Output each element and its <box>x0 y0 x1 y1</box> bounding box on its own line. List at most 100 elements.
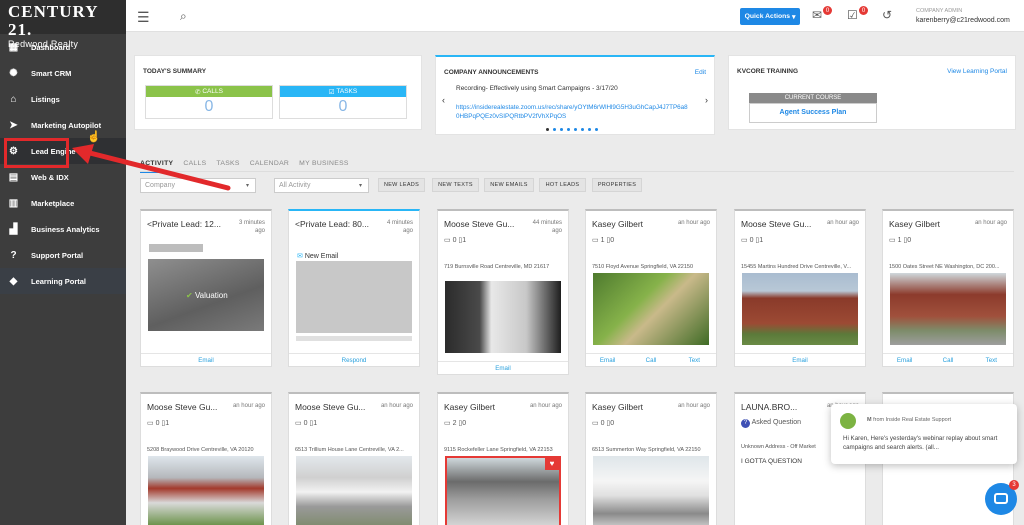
favorite-heart-icon[interactable]: ♥ <box>545 458 559 470</box>
company-select[interactable]: Company ▾ <box>140 178 256 193</box>
hot-leads-filter-button[interactable]: HOT LEADS <box>539 178 586 192</box>
card-actions: Email Call Text <box>883 353 1013 366</box>
chat-sender-initial: M <box>867 417 872 423</box>
hamburger-menu-icon[interactable]: ☰ <box>137 9 150 26</box>
calls-header: ✆ CALLS <box>146 86 272 97</box>
new-emails-filter-button[interactable]: NEW EMAILS <box>484 178 534 192</box>
activity-time: 4 minutes ago <box>386 220 413 234</box>
course-name-link[interactable]: Agent Success Plan <box>749 103 877 123</box>
chevron-down-icon: ▾ <box>245 183 249 189</box>
contact-icons: ▭ 0 ▯0 <box>592 420 615 427</box>
respond-action[interactable]: Respond <box>289 354 419 366</box>
new-texts-filter-button[interactable]: NEW TEXTS <box>432 178 479 192</box>
calls-summary[interactable]: ✆ CALLS 0 <box>145 85 273 119</box>
email-action[interactable]: Email <box>586 354 629 366</box>
lead-name: Moose Steve Gu... <box>741 219 812 229</box>
quick-actions-button[interactable]: Quick Actions ▾ <box>740 8 800 25</box>
sidebar-item-business-analytics[interactable]: ▟ Business Analytics <box>0 216 126 242</box>
activity-card[interactable]: Kasey Gilbert an hour ago ▭ 1 ▯0 1500 Oa… <box>882 209 1014 367</box>
card-actions: Email <box>735 353 865 366</box>
card-actions: Email <box>438 361 568 374</box>
company-announcements-panel: COMPANY ANNOUNCEMENTS Edit ‹ › Recording… <box>435 55 715 135</box>
horizontal-scrollbar[interactable] <box>296 336 412 341</box>
lead-name: Moose Steve Gu... <box>147 402 218 412</box>
contact-icons: ▭ 0 ▯1 <box>741 237 764 244</box>
property-photo: ✔ Valuation <box>148 259 264 331</box>
email-action[interactable]: Email <box>735 354 865 366</box>
property-photo: ♥ <box>445 456 561 525</box>
announcements-edit-link[interactable]: Edit <box>695 69 706 76</box>
account-menu[interactable]: COMPANY ADMIN karenberry@c21redwood.com <box>916 7 1010 25</box>
tasks-label: TASKS <box>336 88 358 95</box>
activity-card[interactable]: Moose Steve Gu... an hour ago ▭ 0 ▯1 520… <box>140 392 272 525</box>
property-photo <box>742 273 858 345</box>
contact-counts: 0 ▯1 <box>155 420 170 427</box>
mail-count-badge: 0 <box>823 6 832 15</box>
announcement-link[interactable]: https://insiderealestate.zoom.us/rec/sha… <box>456 103 688 121</box>
lead-name: Kasey Gilbert <box>592 219 644 229</box>
carousel-prev-icon[interactable]: ‹ <box>442 95 445 105</box>
store-icon: ▥ <box>8 197 19 209</box>
new-leads-filter-button[interactable]: NEW LEADS <box>378 178 425 192</box>
history-icon[interactable]: ↺ <box>882 8 892 22</box>
announcements-title: COMPANY ANNOUNCEMENTS <box>444 69 539 76</box>
email-action[interactable]: Email <box>883 354 926 366</box>
new-email-text: New Email <box>304 253 339 260</box>
todays-summary-title: TODAY'S SUMMARY <box>143 68 207 75</box>
chart-icon: ▟ <box>9 223 18 235</box>
text-action[interactable]: Text <box>673 354 716 366</box>
sidebar-item-smart-crm[interactable]: ✺ Smart CRM <box>0 60 126 86</box>
send-icon: ➤ <box>9 119 18 131</box>
contact-icons: ▭ 2 ▯0 <box>444 420 467 427</box>
chat-sender-source: from Inside Real Estate Support <box>873 417 952 423</box>
todays-summary-panel: TODAY'S SUMMARY ✆ CALLS 0 ☑ TASKS 0 <box>134 55 422 130</box>
carousel-dots[interactable] <box>546 128 598 131</box>
property-address: 7510 Floyd Avenue Springfield, VA 22150 <box>592 264 694 270</box>
sidebar-item-label: Dashboard <box>31 42 71 52</box>
brand-logo[interactable]: CENTURY 21. Redwood Realty <box>0 0 126 49</box>
activity-card[interactable]: Moose Steve Gu... 44 minutes ago ▭ 0 ▯1 … <box>437 209 569 375</box>
call-action[interactable]: Call <box>926 354 969 366</box>
home-icon: ⌂ <box>10 93 17 105</box>
new-email-label: ✉ New Email <box>297 252 338 260</box>
sidebar-item-listings[interactable]: ⌂ Listings <box>0 86 126 112</box>
sidebar-item-marketing-autopilot[interactable]: ➤ Marketing Autopilot <box>0 112 126 138</box>
tasks-check-icon[interactable]: ☑ <box>847 8 858 22</box>
sidebar-item-marketplace[interactable]: ▥ Marketplace <box>0 190 126 216</box>
view-learning-portal-link[interactable]: View Learning Portal <box>947 68 1007 75</box>
chat-launcher-button[interactable]: 3 <box>985 480 1019 515</box>
carousel-next-icon[interactable]: › <box>705 95 708 105</box>
account-email: karenberry@c21redwood.com <box>916 17 1010 24</box>
email-action[interactable]: Email <box>438 362 568 374</box>
sidebar-item-learning-portal[interactable]: ◆ Learning Portal <box>0 268 126 294</box>
chat-unread-badge: 3 <box>1009 480 1019 490</box>
properties-filter-button[interactable]: PROPERTIES <box>592 178 642 192</box>
tasks-count-badge: 0 <box>859 6 868 15</box>
activity-card[interactable]: Moose Steve Gu... an hour ago ▭ 0 ▯1 651… <box>288 392 420 525</box>
activity-type-select[interactable]: All Activity ▾ <box>274 178 369 193</box>
property-address: 719 Burnsville Road Centreville, MD 2161… <box>444 264 550 270</box>
activity-card[interactable]: <Private Lead: 12... 3 minutes ago ✔ Val… <box>140 209 272 367</box>
activity-card[interactable]: Kasey Gilbert an hour ago ▭ 0 ▯0 6513 Su… <box>585 392 717 525</box>
crm-icon: ✺ <box>9 67 18 79</box>
search-icon[interactable]: ⌕ <box>180 9 187 24</box>
checkbox-icon: ☑ <box>328 88 335 96</box>
tasks-value: 0 <box>338 98 348 115</box>
property-photo <box>890 273 1006 345</box>
chat-sender: M from Inside Real Estate Support <box>867 417 951 423</box>
support-chat-popup[interactable]: M from Inside Real Estate Support Hi Kar… <box>831 404 1017 464</box>
redacted-field <box>149 244 203 252</box>
tasks-summary[interactable]: ☑ TASKS 0 <box>279 85 407 119</box>
text-action[interactable]: Text <box>970 354 1013 366</box>
property-photo <box>445 281 561 353</box>
activity-card[interactable]: Kasey Gilbert an hour ago ▭ 2 ▯0 9115 Ro… <box>437 392 569 525</box>
call-action[interactable]: Call <box>629 354 672 366</box>
activity-card[interactable]: <Private Lead: 80... 4 minutes ago ✉ New… <box>288 209 420 367</box>
email-action[interactable]: Email <box>141 354 271 366</box>
sidebar-item-support-portal[interactable]: ? Support Portal <box>0 242 126 268</box>
activity-card[interactable]: Moose Steve Gu... an hour ago ▭ 0 ▯1 154… <box>734 209 866 367</box>
activity-card[interactable]: Kasey Gilbert an hour ago ▭ 1 ▯0 7510 Fl… <box>585 209 717 367</box>
mail-icon[interactable]: ✉ <box>812 8 822 22</box>
contact-counts: 0 ▯1 <box>303 420 318 427</box>
contact-counts: 0 ▯1 <box>452 237 467 244</box>
